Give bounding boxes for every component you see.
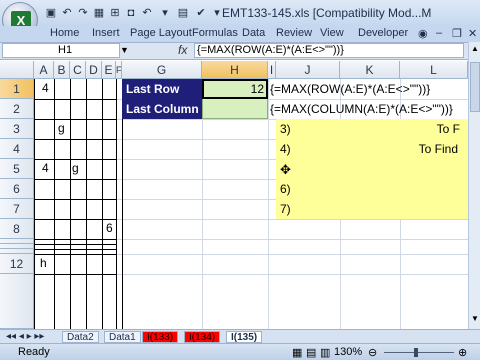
cell-c5[interactable]: g [72,159,79,178]
tab-page-layout[interactable]: Page Layout [130,27,192,39]
zoom-out-icon[interactable]: ⊖ [368,346,377,359]
cell-j4[interactable]: 4) [280,140,291,159]
cell-e8[interactable]: 6 [106,219,113,238]
cell-g2[interactable]: Last Column [126,100,199,119]
vertical-scrollbar[interactable]: ▲ ▼ [468,42,480,329]
cursor-icon: ✥ [280,162,291,177]
tab-nav-first-icon[interactable]: ◂◂ ◂ ▸ ▸▸ [2,331,48,343]
cell-b3[interactable]: g [58,119,65,138]
sheet-tab-i133[interactable]: I(133) [142,331,179,343]
status-ready: Ready [18,346,50,358]
quick-icon[interactable]: ▾ [158,6,172,20]
table-icon[interactable]: ▦ [92,6,106,20]
cell-a1[interactable]: 4 [42,79,49,98]
scroll-thumb[interactable] [470,62,480,112]
check-icon[interactable]: ✔ [194,6,208,20]
cell-j7[interactable]: 7) [280,200,291,219]
scroll-up-icon[interactable]: ▲ [470,44,480,56]
column-header-e[interactable]: E [102,61,116,79]
name-box[interactable]: H1 [2,43,120,58]
restore-icon[interactable]: ❐ [452,27,462,40]
tab-data[interactable]: Data [242,27,265,39]
row-header-13[interactable] [0,274,34,329]
zoom-slider[interactable] [384,352,454,353]
undo-icon[interactable]: ↶ [60,6,74,20]
zoom-slider-thumb[interactable] [414,348,418,357]
row-header-1[interactable]: 1 [0,79,34,99]
save-icon[interactable]: ▣ [44,6,58,20]
column-header-i[interactable]: I [268,61,276,79]
column-header-j[interactable]: J [276,61,340,79]
view-normal-icon[interactable]: ▦ [292,346,302,359]
column-header-d[interactable]: D [86,61,102,79]
column-header-a[interactable]: A [34,61,54,79]
cell-k4[interactable]: To Find [340,140,458,159]
sheet-tab-data1[interactable]: Data1 [104,331,141,343]
ribbon-tabs: Home Insert Page Layout Formulas Data Re… [0,26,480,42]
sheet-tab-i135[interactable]: I(135) [226,331,263,343]
row-header-6[interactable]: 6 [0,179,34,199]
minimize-icon[interactable]: ‒ [436,27,442,39]
row-header-3[interactable]: 3 [0,119,34,139]
undo-dropdown-icon[interactable]: ↶ [140,6,154,20]
help-icon[interactable]: ◉ [418,27,428,40]
sheet-tab-data2[interactable]: Data2 [62,331,99,343]
column-header-l[interactable]: L [400,61,468,79]
status-bar: Ready ▦ ▤ ▥ 130% ⊖ ⊕ [0,343,480,360]
redo-icon[interactable]: ↷ [76,6,90,20]
cell-j1[interactable]: {=MAX(ROW(A:E)*(A:E<>""))} [270,80,430,99]
cell-k3[interactable]: To F [340,120,460,139]
column-header-h[interactable]: H [202,61,268,79]
tab-developer[interactable]: Developer [358,27,408,39]
column-header-g[interactable]: G [122,61,202,79]
view-layout-icon[interactable]: ▤ [306,346,316,359]
select-all[interactable] [0,61,34,79]
window-title: EMT133-145.xls [Compatibility Mod...M [222,6,432,20]
worksheet-grid[interactable]: A B C D E F G H I J K L 1 2 3 4 5 6 7 8 … [0,61,468,329]
tab-view[interactable]: View [320,27,344,39]
name-box-dropdown-icon[interactable]: ▼ [120,45,129,55]
column-header-b[interactable]: B [54,61,70,79]
zoom-in-icon[interactable]: ⊕ [458,346,467,359]
column-header-k[interactable]: K [340,61,400,79]
formula-input[interactable]: {=MAX(ROW(A:E)*(A:E<>""))} [194,43,464,58]
row-header-12[interactable]: 12 [0,254,34,274]
sheet-tabs: ◂◂ ◂ ▸ ▸▸ Data2 Data1 I(133) I(134) I(13… [0,329,480,343]
cell-j3[interactable]: 3) [280,120,291,139]
row-header-5[interactable]: 5 [0,159,34,179]
cell-h1[interactable]: 12 [202,80,264,99]
row-header-4[interactable]: 4 [0,139,34,159]
cell-g1[interactable]: Last Row [126,80,179,99]
tab-home[interactable]: Home [50,27,79,39]
zoom-level[interactable]: 130% [334,346,362,358]
row-header-2[interactable]: 2 [0,99,34,119]
fx-icon[interactable]: fx [178,43,187,57]
cell-a5[interactable]: 4 [42,159,49,178]
cell-a12[interactable]: h [40,254,47,273]
tab-insert[interactable]: Insert [92,27,120,39]
scroll-down-icon[interactable]: ▼ [470,314,480,326]
tab-formulas[interactable]: Formulas [192,27,238,39]
row-header-7[interactable]: 7 [0,199,34,219]
borders-icon[interactable]: ⊞ [108,6,122,20]
image-icon[interactable]: ▤ [176,6,190,20]
view-break-icon[interactable]: ▥ [320,346,330,359]
cell-j2[interactable]: {=MAX(COLUMN(A:E)*(A:E<>""))} [270,100,453,119]
sheet-tab-i134[interactable]: I(134) [184,331,221,343]
cell-j6[interactable]: 6) [280,180,291,199]
row-header-8[interactable]: 8 [0,219,34,239]
tab-review[interactable]: Review [276,27,312,39]
close-icon[interactable]: ✕ [468,27,477,40]
disk-icon[interactable]: ◘ [124,6,138,20]
column-header-c[interactable]: C [70,61,86,79]
